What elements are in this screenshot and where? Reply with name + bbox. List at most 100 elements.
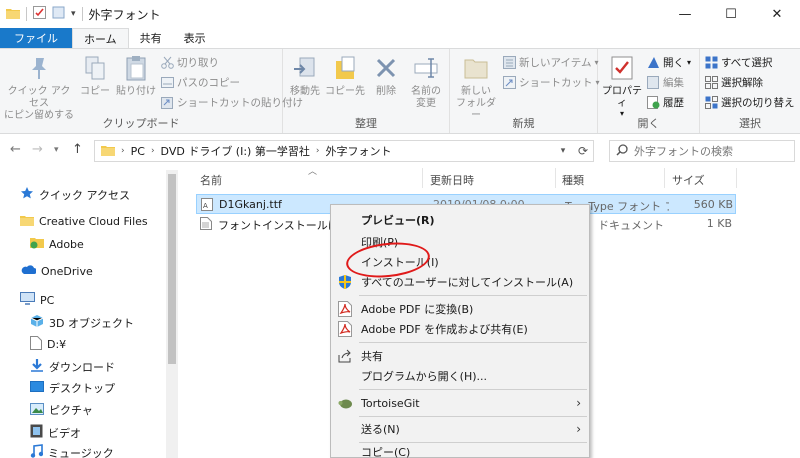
nav-item-music[interactable]: ミュージック (30, 444, 114, 458)
edit-button[interactable]: 編集 (646, 75, 684, 90)
copy-to-button[interactable]: コピー先 (325, 53, 365, 98)
column-header-size[interactable]: サイズ (672, 172, 705, 188)
column-divider[interactable] (736, 168, 737, 188)
file-name: D1Gkanj.ttf (219, 198, 282, 211)
column-divider[interactable] (422, 168, 423, 188)
file-name: フォントインストールについて (218, 219, 330, 232)
scrollbar-thumb[interactable] (168, 174, 176, 364)
new-folder-button[interactable]: 新しい フォルダー (454, 53, 498, 122)
paste-button[interactable]: 貼り付け (114, 53, 158, 98)
paste-shortcut-button[interactable]: ショートカットの貼り付け (160, 95, 303, 110)
column-header-name[interactable]: 名前 (200, 172, 222, 188)
menu-item-tortoisegit[interactable]: TortoiseGit › (331, 392, 589, 414)
nav-item-d-drive[interactable]: D:¥ (30, 336, 66, 353)
navigation-scrollbar[interactable] (166, 170, 178, 458)
chevron-down-icon: ▾ (687, 58, 692, 67)
folder-synced-icon (30, 236, 44, 252)
menu-item-create-share-pdf[interactable]: Adobe PDF を作成および共有(E) (331, 318, 589, 340)
pin-quick-access-button[interactable]: クイック アクセス にピン留めする (4, 53, 74, 122)
shortcut-button[interactable]: ショートカット ▾ (502, 75, 600, 90)
ribbon-tabs: ファイル ホーム 共有 表示 (0, 28, 800, 48)
breadcrumb-separator-icon: › (121, 146, 125, 156)
tab-share[interactable]: 共有 (129, 28, 173, 48)
column-header-date[interactable]: 更新日時 (430, 172, 474, 188)
copy-button[interactable]: コピー (78, 53, 112, 98)
nav-item-creative-cloud[interactable]: Creative Cloud Files (20, 214, 148, 229)
organize-group: 移動先 コピー先 削除 名前の 変更 整理 (283, 49, 450, 133)
new-folder-icon[interactable] (52, 6, 65, 22)
address-bar[interactable]: › PC › DVD ドライブ (I:) 第一学習社 › 外字フォント ▾ ⟳ (94, 140, 594, 162)
submenu-arrow-icon: › (576, 396, 581, 410)
copy-to-icon (330, 53, 360, 83)
menu-item-install[interactable]: インストール(I) (331, 251, 589, 273)
menu-separator (359, 295, 587, 296)
column-header-type[interactable]: 種類 (562, 172, 584, 188)
breadcrumb-dvd-drive[interactable]: DVD ドライブ (I:) 第一学習社 (161, 143, 310, 159)
tab-view[interactable]: 表示 (173, 28, 217, 48)
rename-button[interactable]: 名前の 変更 (405, 53, 447, 110)
menu-item-preview[interactable]: プレビュー(R) (331, 209, 589, 231)
open-button[interactable]: 開く ▾ (646, 55, 691, 70)
minimize-button[interactable]: — (662, 0, 708, 28)
properties-button[interactable]: プロパティ ▾ (600, 53, 644, 118)
move-to-icon (290, 53, 320, 83)
nav-item-pictures[interactable]: ピクチャ (30, 402, 93, 418)
column-divider[interactable] (664, 168, 665, 188)
nav-item-downloads[interactable]: ダウンロード (30, 358, 115, 375)
folder-icon (6, 7, 20, 22)
nav-item-3d-objects[interactable]: 3D オブジェクト (30, 314, 134, 331)
breadcrumb-current-folder[interactable]: 外字フォント (325, 143, 391, 159)
move-to-button[interactable]: 移動先 (287, 53, 323, 98)
file-type: ドキュメント (598, 219, 664, 232)
menu-item-print[interactable]: 印刷(P) (331, 231, 589, 253)
star-icon (20, 186, 34, 203)
open-icon (646, 56, 660, 70)
menu-item-share[interactable]: 共有 (331, 345, 589, 367)
maximize-button[interactable]: ☐ (708, 0, 754, 28)
nav-item-onedrive[interactable]: OneDrive (20, 264, 93, 278)
scissors-icon (160, 56, 174, 70)
menu-item-convert-pdf[interactable]: Adobe PDF に変換(B) (331, 298, 589, 320)
new-item-button[interactable]: 新しいアイテム ▾ (502, 55, 598, 70)
breadcrumb-pc[interactable]: PC (131, 145, 145, 158)
navigation-bar: ← → ▾ ↑ › PC › DVD ドライブ (I:) 第一学習社 › 外字フ… (0, 136, 800, 166)
menu-item-copy[interactable]: コピー(C) (331, 441, 589, 458)
search-box[interactable]: 外字フォントの検索 (609, 140, 795, 162)
cut-button[interactable]: 切り取り (160, 55, 219, 70)
properties-icon[interactable] (33, 6, 46, 22)
nav-item-quick-access[interactable]: クイック アクセス (20, 186, 130, 203)
copy-path-button[interactable]: パスのコピー (160, 75, 240, 90)
menu-item-send-to[interactable]: 送る(N) › (331, 418, 589, 440)
select-none-button[interactable]: 選択解除 (704, 75, 763, 90)
recent-locations-chevron-icon[interactable]: ▾ (54, 145, 59, 155)
invert-selection-button[interactable]: 選択の切り替え (704, 95, 795, 110)
nav-item-adobe[interactable]: Adobe (30, 236, 84, 252)
nav-item-pc[interactable]: PC (20, 292, 54, 308)
breadcrumb-separator-icon: › (150, 146, 155, 156)
column-divider[interactable] (555, 168, 556, 188)
menu-item-open-with[interactable]: プログラムから開く(H)... (331, 365, 589, 387)
address-dropdown-icon[interactable]: ▾ (553, 141, 573, 161)
back-arrow-icon[interactable]: ← (10, 142, 21, 157)
share-icon (337, 348, 353, 364)
select-all-button[interactable]: すべて選択 (704, 55, 772, 70)
nav-item-desktop[interactable]: デスクトップ (30, 380, 115, 396)
up-arrow-icon[interactable]: ↑ (72, 142, 83, 157)
close-button[interactable]: ✕ (754, 0, 800, 28)
forward-arrow-icon[interactable]: → (32, 142, 43, 157)
delete-x-icon (371, 53, 401, 83)
select-none-icon (704, 76, 718, 90)
history-button[interactable]: 履歴 (646, 95, 684, 110)
delete-button[interactable]: 削除 (369, 53, 403, 98)
menu-item-install-all-users[interactable]: すべてのユーザーに対してインストール(A) (331, 271, 589, 293)
nav-item-videos[interactable]: ビデオ (30, 424, 81, 441)
file-size: 1 KB (706, 217, 732, 230)
navigation-pane: クイック アクセス Creative Cloud Files Adobe One… (0, 170, 180, 458)
tab-file[interactable]: ファイル (0, 28, 72, 48)
new-item-icon (502, 56, 516, 70)
customize-dropdown-icon[interactable]: ▾ (71, 9, 76, 19)
refresh-icon[interactable]: ⟳ (573, 141, 593, 161)
path-icon (160, 76, 174, 90)
desktop-icon (30, 380, 44, 396)
tab-home[interactable]: ホーム (72, 28, 129, 48)
